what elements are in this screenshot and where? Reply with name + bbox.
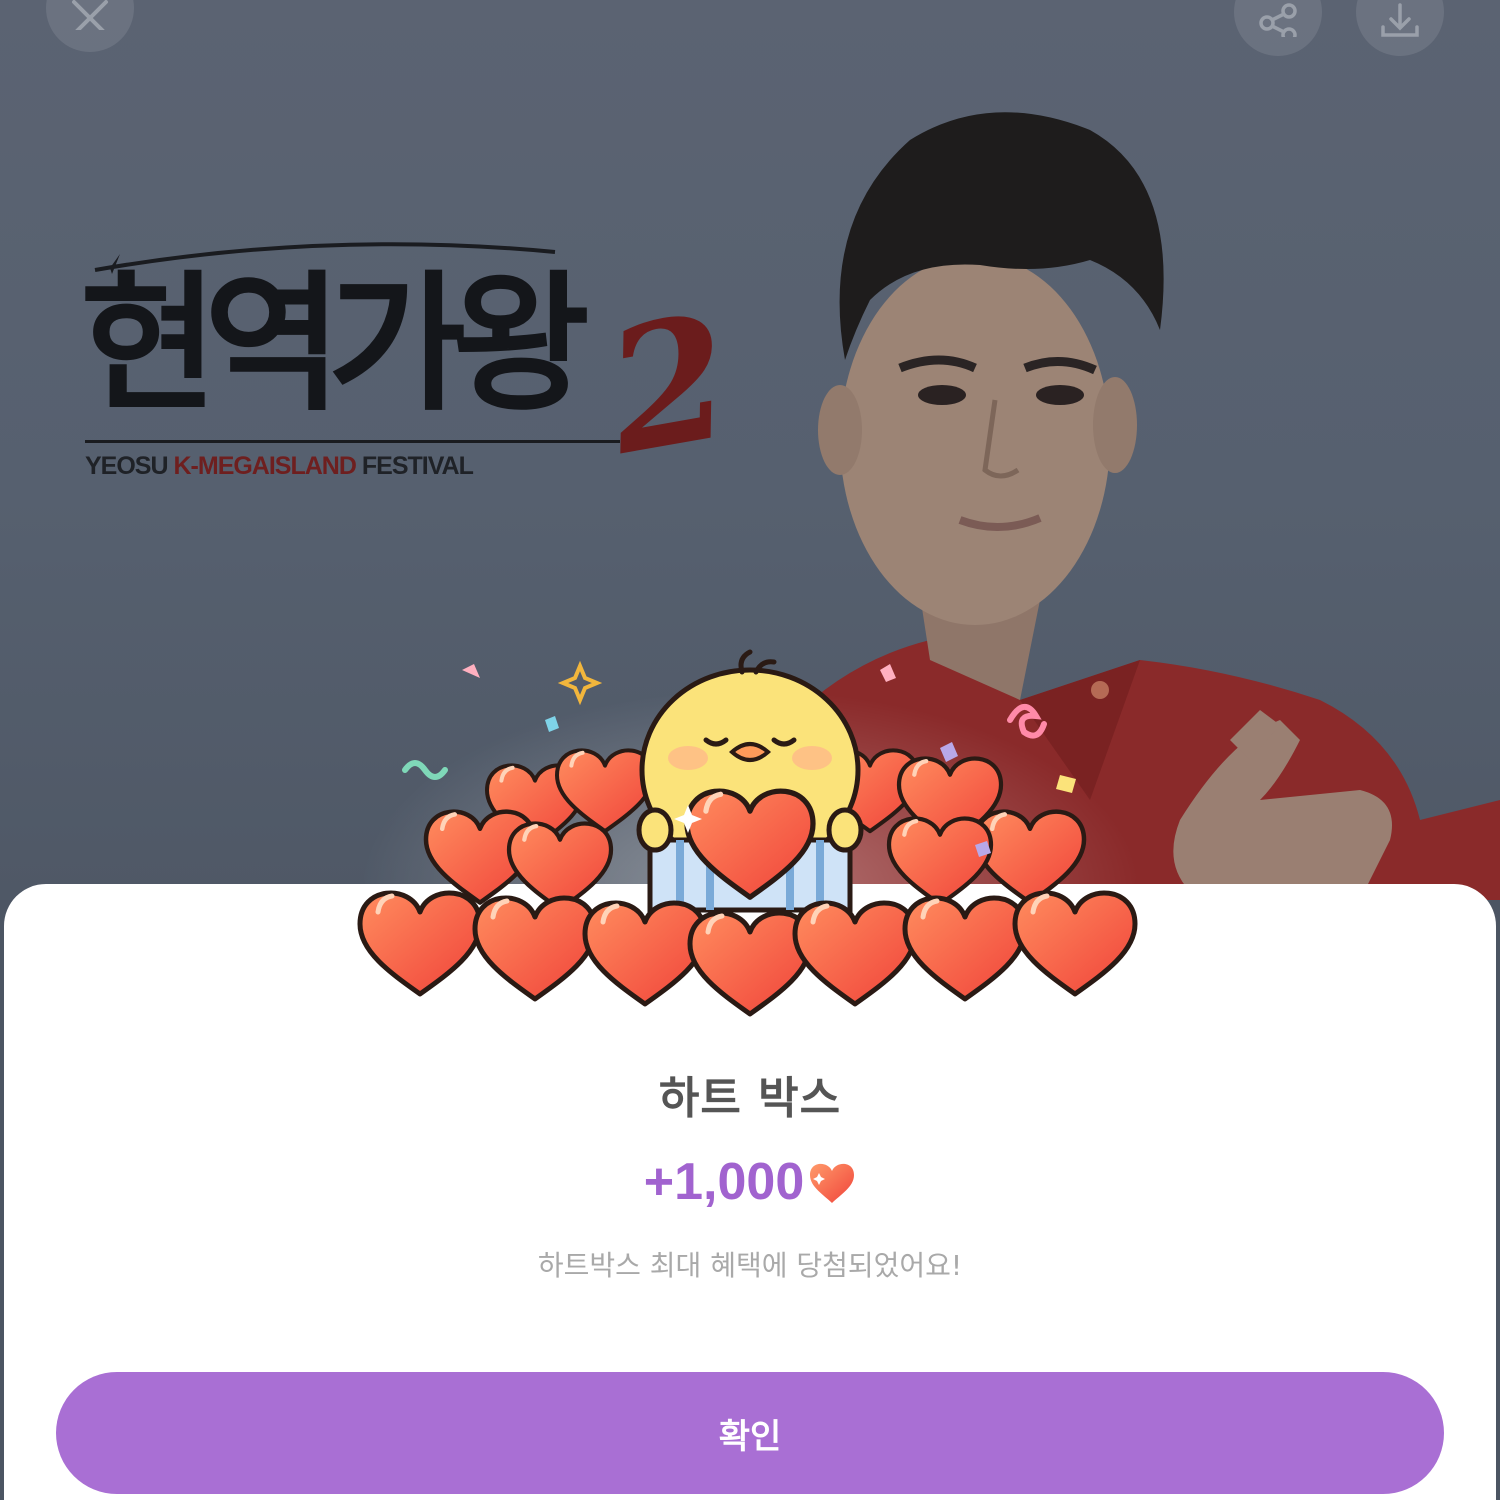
poster-title-number: 2 <box>593 276 745 494</box>
heart-box-illustration <box>350 649 1140 1020</box>
poster-logo: 현역가왕 2 YEOSU K-MEGAISLAND FESTIVAL <box>80 240 745 500</box>
confirm-button[interactable]: 확인 <box>56 1372 1444 1494</box>
logo-rule <box>85 440 620 443</box>
screen: 현역가왕 2 YEOSU K-MEGAISLAND FESTIVAL 하트 박스… <box>0 0 1500 1500</box>
share-icon <box>1259 3 1297 37</box>
dialog-title: 하트 박스 <box>658 1073 842 1124</box>
poster-title: 현역가왕 <box>80 258 590 432</box>
reward-amount-row: +1,000 <box>0 1152 1500 1212</box>
close-icon <box>72 0 108 30</box>
poster-subtitle: YEOSU K-MEGAISLAND FESTIVAL <box>85 452 474 480</box>
download-icon <box>1381 3 1419 37</box>
reward-amount: +1,000 <box>643 1153 805 1211</box>
heart-icon <box>810 1163 855 1203</box>
confirm-button-label: 확인 <box>718 1416 782 1457</box>
reward-message: 하트박스 최대 혜택에 당첨되었어요! <box>537 1249 963 1282</box>
